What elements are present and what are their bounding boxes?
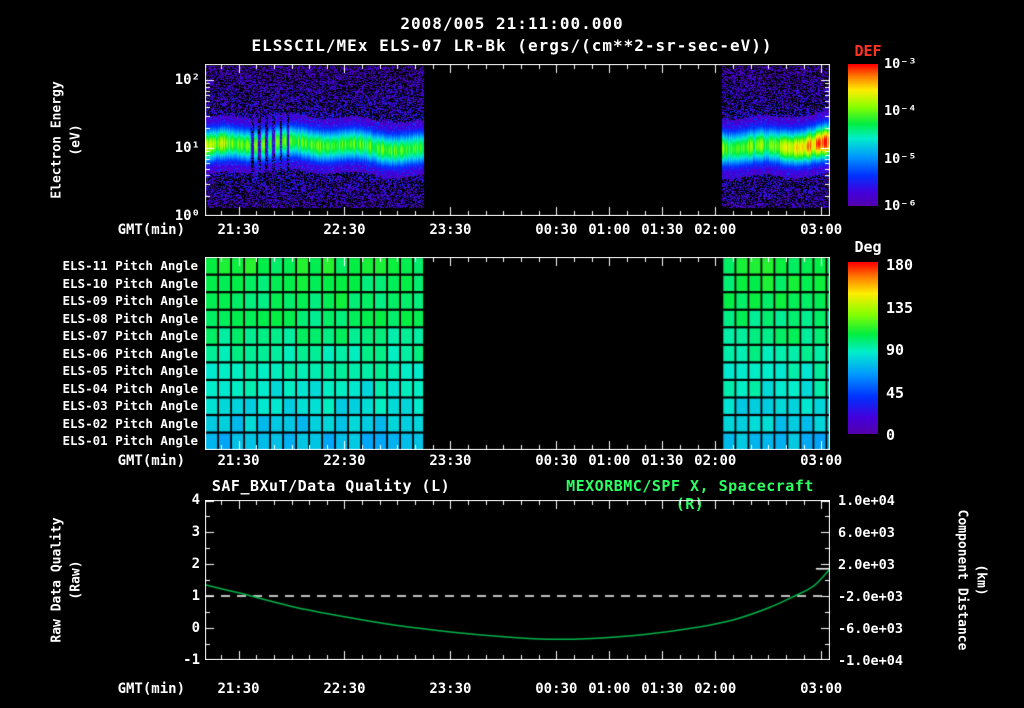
x-tick-label: 02:00: [694, 681, 737, 697]
pitch-row-label: ELS-11 Pitch Angle: [62, 258, 198, 273]
x-tick-label: 03:00: [800, 453, 843, 469]
x-tick-label: 21:30: [217, 681, 260, 697]
pitch-row-label: ELS-01 Pitch Angle: [62, 433, 198, 449]
panel3-y-tick-label: 2: [191, 556, 200, 572]
deg-colorbar-tick-label: 180: [886, 256, 914, 274]
panel1-y-tick-label: 10¹: [174, 139, 200, 156]
date-title: 2008/005 21:11:00.000: [400, 14, 624, 33]
panel3-y-tick-label: 3: [191, 524, 200, 540]
pitch-row-label: ELS-07 Pitch Angle: [62, 328, 198, 344]
pitch-row-label: ELS-08 Pitch Angle: [62, 310, 198, 326]
pitch-row-label: ELS-02 Pitch Angle: [62, 415, 198, 431]
x-tick-label: 22:30: [323, 681, 366, 697]
deg-colorbar-title: Deg: [854, 238, 882, 256]
pitch-row-label: ELS-05 Pitch Angle: [62, 363, 198, 379]
x-tick-label: 02:00: [694, 453, 737, 469]
pitch-angle-canvas: [205, 257, 830, 450]
x-tick-label: 23:30: [429, 222, 472, 238]
panel1-y-axis-units: (eV): [68, 124, 84, 156]
pitch-row-label: ELS-10 Pitch Angle: [62, 275, 198, 291]
pitch-row-label: ELS-06 Pitch Angle: [62, 345, 198, 361]
x-tick-label: 22:30: [323, 222, 366, 238]
gmt-axis-label-2: GMT(min): [117, 453, 185, 469]
panel1-y-axis-label: Electron Energy: [49, 81, 65, 199]
panel3-right-tick-label: 1.0e+04: [838, 493, 895, 509]
x-tick-label: 23:30: [429, 681, 472, 697]
def-colorbar-tick-label: 10⁻⁶: [884, 198, 917, 214]
x-tick-label: 00:30: [535, 681, 578, 697]
x-tick-label: 02:00: [694, 222, 737, 238]
deg-colorbar-tick-label: 45: [886, 383, 905, 402]
panel3-right-tick-label: 2.0e+03: [838, 557, 895, 573]
pitch-row-label: ELS-04 Pitch Angle: [62, 380, 198, 396]
panel3-right-tick-label: -2.0e+03: [838, 589, 904, 605]
deg-colorbar-tick-label: 135: [886, 298, 914, 317]
x-tick-label: 23:30: [429, 453, 472, 469]
els-quicklook-plot: 2008/005 21:11:00.000 ELSSCIL/MEx ELS-07…: [0, 0, 1024, 708]
x-tick-label: 01:00: [588, 681, 631, 697]
panel1-y-tick-label: 10²: [174, 72, 200, 88]
panel3-right-tick-label: 6.0e+03: [838, 525, 895, 541]
x-tick-label: 00:30: [535, 453, 578, 469]
def-colorbar-tick-label: 10⁻⁵: [884, 150, 917, 167]
x-tick-label: 01:00: [588, 222, 631, 238]
panel3-y-axis-units: (Raw): [68, 560, 84, 600]
deg-colorbar-tick-label: 0: [886, 426, 896, 444]
panel3-left-title: SAF_BXuT/Data Quality (L): [211, 477, 451, 495]
panel1-y-tick-label: 10⁰: [174, 207, 200, 224]
x-tick-label: 01:00: [588, 453, 631, 469]
x-tick-label: 01:30: [641, 681, 684, 697]
x-tick-label: 21:30: [217, 453, 260, 469]
panel3-y-tick-label: 1: [191, 588, 200, 604]
pitch-row-label: ELS-03 Pitch Angle: [62, 398, 198, 414]
panel3-right-axis-label: Component Distance: [954, 509, 970, 651]
panel3-y-tick-label: -1: [183, 652, 200, 668]
electron-energy-spectrogram-canvas: [205, 64, 830, 216]
panel3-right-tick-label: -1.0e+04: [838, 653, 904, 669]
def-colorbar: [848, 64, 878, 206]
x-tick-label: 22:30: [323, 453, 366, 469]
x-tick-label: 00:30: [535, 222, 578, 238]
x-tick-label: 21:30: [217, 222, 260, 238]
gmt-axis-label-1: GMT(min): [117, 222, 185, 238]
def-colorbar-tick-label: 10⁻³: [884, 56, 917, 72]
panel3-right-tick-label: -6.0e+03: [838, 621, 904, 637]
x-tick-label: 01:30: [641, 222, 684, 238]
panel3-y-axis-label: Raw Data Quality: [49, 517, 65, 643]
panel3-y-tick-label: 4: [191, 492, 200, 508]
x-tick-label: 03:00: [800, 681, 843, 697]
quality-distance-plot-canvas: [205, 500, 830, 660]
x-tick-label: 03:00: [800, 222, 843, 238]
gmt-axis-label-3: GMT(min): [117, 681, 185, 697]
def-colorbar-tick-label: 10⁻⁴: [884, 103, 917, 120]
deg-colorbar: [848, 262, 878, 434]
panel3-y-tick-label: 0: [191, 620, 200, 636]
deg-colorbar-tick-label: 90: [886, 341, 905, 359]
panel3-right-axis-units: (km): [973, 564, 989, 596]
pitch-row-label: ELS-09 Pitch Angle: [62, 293, 198, 309]
x-tick-label: 01:30: [641, 453, 684, 469]
